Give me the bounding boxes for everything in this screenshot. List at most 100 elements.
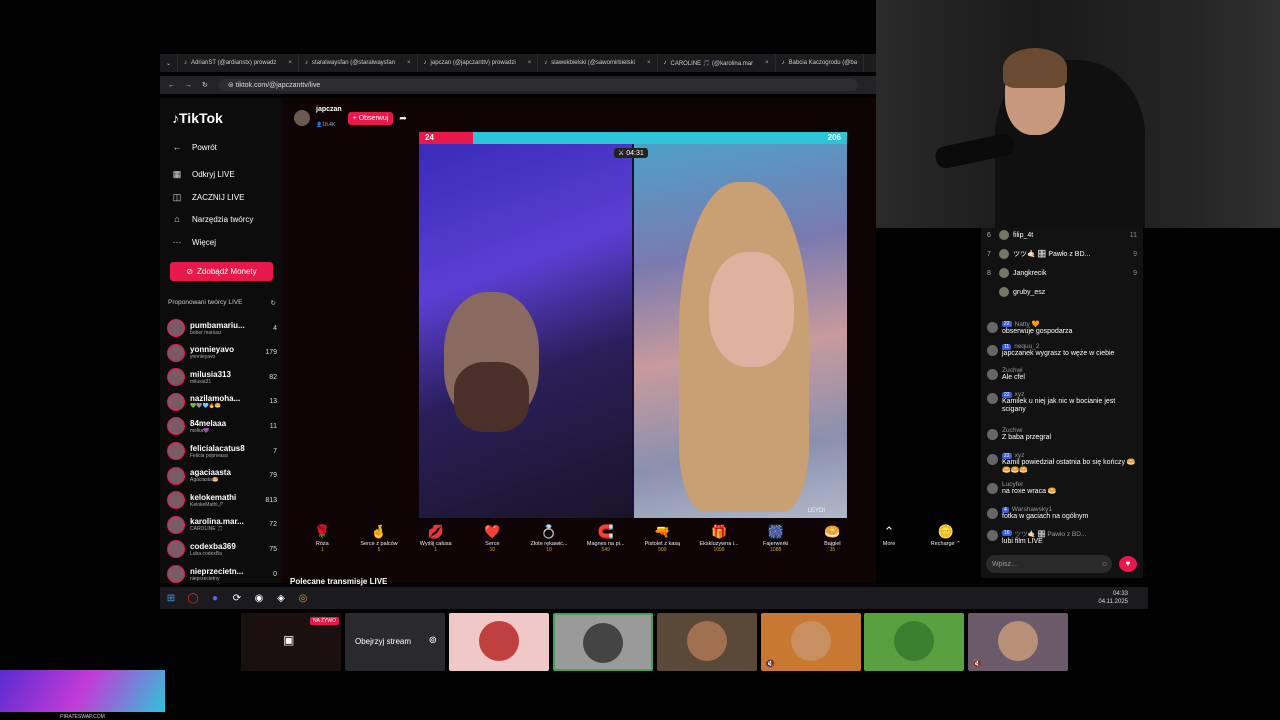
avatar[interactable]: [987, 483, 998, 494]
share-icon[interactable]: ➦: [399, 113, 407, 124]
avatar[interactable]: [987, 530, 998, 541]
chat-message: 16 ツツ🤙🏻 🎛️ Pawło z BD... lubi film LIVE: [987, 528, 1137, 546]
gift-item[interactable]: ❤️ Serce 10: [464, 520, 521, 553]
avatar[interactable]: [987, 369, 998, 380]
app-icon[interactable]: ⟳: [226, 593, 248, 604]
obs-icon[interactable]: ◉: [248, 593, 270, 604]
participant-tile[interactable]: [657, 613, 757, 671]
discord-icon[interactable]: ●: [204, 593, 226, 604]
back-icon[interactable]: ←: [168, 82, 175, 89]
close-icon[interactable]: ×: [765, 60, 769, 66]
gift-item[interactable]: 🤞 Serce z palców 5: [351, 520, 408, 553]
refresh-icon[interactable]: ↻: [271, 299, 276, 307]
suggested-creator[interactable]: pumbamariu... bober mariusz 4: [167, 316, 277, 340]
recharge-button[interactable]: 🪙 Recharge ⌃: [917, 520, 974, 547]
close-icon[interactable]: ×: [407, 60, 411, 66]
participant-tile[interactable]: 🔇: [761, 613, 861, 671]
participant-tile-speaking[interactable]: [553, 613, 653, 671]
host-info[interactable]: japczan 👤18.4K: [316, 106, 342, 131]
url-field[interactable]: ⊜ tiktok.com/@japczanttv/live: [217, 79, 858, 91]
gift-item[interactable]: 🔫 Pistolet z kasą 500: [634, 520, 691, 553]
watch-stream-tile[interactable]: Obejrzyj stream ⊚: [345, 613, 445, 671]
avatar[interactable]: [987, 429, 998, 440]
site-info-icon[interactable]: ⊜: [228, 82, 236, 89]
chat-username[interactable]: ツツ🤙🏻 🎛️ Pawło z BD...: [1015, 528, 1087, 538]
suggested-creator[interactable]: nazilamoha... 💚🩶🩵🔥🥯 13: [167, 390, 277, 414]
gift-icon: 🌹: [314, 524, 331, 539]
avatar[interactable]: [987, 345, 998, 356]
suggested-creator[interactable]: yonnieyavo yonnieyavo 179: [167, 341, 277, 365]
ranking-row[interactable]: 6 filip_4t 11: [987, 230, 1137, 240]
ranking-row[interactable]: gruby_esz: [987, 287, 1137, 297]
close-icon[interactable]: ×: [647, 60, 651, 66]
participant-tile[interactable]: [449, 613, 549, 671]
chat-username[interactable]: Lucyfer: [1002, 481, 1023, 488]
gift-item[interactable]: 💋 Wyślij całusa 1: [407, 520, 464, 553]
nav-go-live[interactable]: ◫ ZACZNIJ LIVE: [172, 192, 245, 203]
participant-tile[interactable]: 🔇: [968, 613, 1068, 671]
ranking-row[interactable]: 7 ツツ🤙🏻 🎛️ Pawło z BD... 9: [987, 249, 1137, 259]
close-icon[interactable]: ×: [528, 60, 532, 66]
forward-icon[interactable]: →: [185, 82, 192, 89]
opera-icon[interactable]: ◯: [182, 593, 204, 604]
chat-username[interactable]: Natty 🧡: [1015, 320, 1040, 328]
chat-username[interactable]: Warshawsky1: [1012, 506, 1052, 513]
browser-tab[interactable]: ♪ japczan (@japczanttv) prowadzi ×: [418, 54, 539, 72]
like-heart-button[interactable]: ♥: [1119, 556, 1137, 572]
discord-stream-preview[interactable]: NA ŻYWO ▣: [241, 613, 341, 671]
suggested-creator[interactable]: kelokemathi KelokeMathi🖊 813: [167, 488, 277, 512]
gift-item[interactable]: 🥯 Bajgiel 35: [804, 520, 861, 553]
avatar[interactable]: [987, 322, 998, 333]
gift-item[interactable]: 🌹 Róża 1: [294, 520, 351, 553]
suggested-creator[interactable]: karolina.mar... CAROLINE 🎵 72: [167, 513, 277, 537]
nav-explore-live[interactable]: ▦ Odkryj LIVE: [172, 169, 235, 180]
chat-username[interactable]: xyz: [1015, 391, 1025, 398]
reload-icon[interactable]: ↻: [202, 81, 208, 89]
emoji-icon[interactable]: ☺: [1101, 561, 1108, 568]
avatar[interactable]: [987, 508, 998, 519]
live-video[interactable]: 24 206 ⚔ 04:31 LEYDI: [419, 132, 847, 518]
suggested-creator[interactable]: agaciaasta Agaciasta🥯 79: [167, 464, 277, 488]
popout-icon[interactable]: ⊚: [429, 635, 437, 646]
chat-username[interactable]: Zuchwi: [1002, 427, 1023, 434]
get-coins-button[interactable]: ⊘ Zdobądź Monety: [170, 262, 273, 281]
browser-tab[interactable]: ♪ AdrianST (@ardianstx) prowadz ×: [178, 54, 299, 72]
tab-list-icon[interactable]: ⌄: [160, 54, 179, 72]
tiktok-logo[interactable]: ♪TikTok: [172, 110, 223, 126]
chat-username[interactable]: nequu_2: [1014, 343, 1039, 350]
suggested-creator[interactable]: 84melaaa melka💜 11: [167, 414, 277, 438]
host-avatar[interactable]: [294, 110, 310, 126]
nav-back[interactable]: ← Powrót: [172, 142, 217, 152]
ranking-row[interactable]: 8 Jangkrecik 9: [987, 268, 1137, 278]
gift-item[interactable]: 💍 Złote rękawic... 10: [521, 520, 578, 553]
follow-button[interactable]: + Obserwuj: [347, 111, 394, 125]
avatar[interactable]: [987, 454, 998, 465]
suggested-creator[interactable]: nieprzecietn... nieprzecietny 0: [167, 562, 277, 586]
gift-item[interactable]: 🎆 Fajerwerki 1088: [747, 520, 804, 553]
suggested-creator[interactable]: milusia313 milusia31 82: [167, 365, 277, 389]
gift-item[interactable]: 🧲 Magnes na pi... 549: [577, 520, 634, 553]
creator-name: karolina.mar...: [190, 517, 244, 527]
chrome-icon[interactable]: ◎: [292, 593, 314, 604]
avatar[interactable]: [987, 393, 998, 404]
suggested-creator[interactable]: codexba369 Luba codexBa 75: [167, 537, 277, 561]
gift-item[interactable]: 🎁 Ekskluzywna i... 1099: [691, 520, 748, 553]
browser-tab[interactable]: ♪ staralwaysfan (@staralwaysfan ×: [299, 54, 418, 72]
chat-username[interactable]: xyz: [1015, 452, 1025, 459]
suggested-creator[interactable]: felicialacatus8 Felicia popneasa 7: [167, 439, 277, 463]
nav-creator-tools[interactable]: ⌂ Narzędzia twórcy: [172, 214, 253, 224]
close-icon[interactable]: ×: [288, 60, 292, 66]
system-clock[interactable]: 04:33 04.11.2025: [1098, 590, 1128, 606]
windows-start-icon[interactable]: ⊞: [160, 593, 182, 604]
chat-input[interactable]: Wpisz... ☺: [986, 555, 1112, 573]
chat-username[interactable]: Zuchwi: [1002, 367, 1023, 374]
nav-more[interactable]: ··· Więcej: [172, 237, 217, 247]
browser-tab[interactable]: ♪ Babcia Kaczogrodu (@ba: [776, 54, 865, 72]
browser-tab[interactable]: ♪ CAROLINE 🎵 (@karolina.mar ×: [658, 54, 776, 72]
steam-icon[interactable]: ◈: [270, 593, 292, 604]
browser-tab[interactable]: ♪ slawekbielski (@sawomirbielski ×: [538, 54, 658, 72]
more-gifts-button[interactable]: ⌃ More: [861, 520, 918, 547]
gift-icon: 🤞: [370, 524, 388, 539]
watch-stream-button[interactable]: Obejrzyj stream: [355, 637, 411, 646]
participant-tile[interactable]: [864, 613, 964, 671]
